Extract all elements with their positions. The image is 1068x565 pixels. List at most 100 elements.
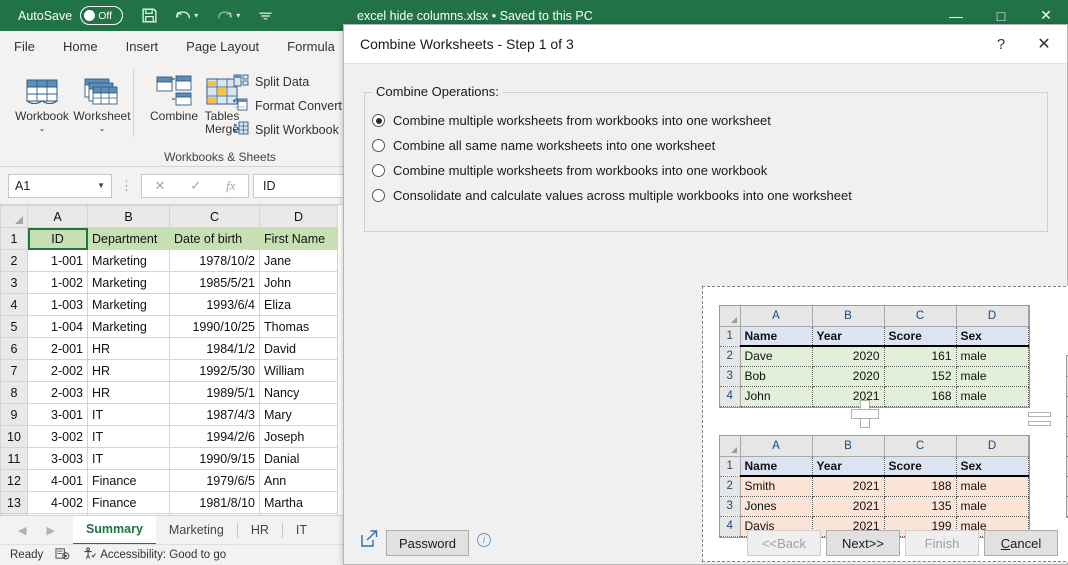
column-header-c[interactable]: C	[169, 205, 260, 228]
redo-icon[interactable]: ▾	[216, 0, 240, 31]
radio-option-combine-same-name[interactable]: Combine all same name worksheets into on…	[372, 138, 715, 153]
cell[interactable]: 1978/10/2	[169, 249, 260, 272]
cell-b1[interactable]: Department	[87, 227, 170, 250]
sheet-tab-summary[interactable]: Summary	[72, 515, 156, 545]
cell[interactable]: Finance	[87, 491, 170, 514]
cell[interactable]: Jane	[259, 249, 338, 272]
cell[interactable]: William	[259, 359, 338, 382]
cell[interactable]: Thomas	[259, 315, 338, 338]
radio-option-combine-to-workbook[interactable]: Combine multiple worksheets from workboo…	[372, 163, 767, 178]
row-header[interactable]: 5	[0, 315, 28, 338]
external-link-icon[interactable]	[361, 530, 378, 552]
tab-file[interactable]: File	[0, 31, 49, 61]
dialog-title-bar[interactable]: Combine Worksheets - Step 1 of 3 ? ✕	[344, 25, 1067, 64]
worksheet-dropdown-caret[interactable]: ⌄	[99, 124, 106, 133]
next-button[interactable]: Next>>	[826, 530, 900, 556]
split-workbook-button[interactable]: Split Workbook	[233, 121, 339, 139]
row-header[interactable]: 10	[0, 425, 28, 448]
row-header[interactable]: 12	[0, 469, 28, 492]
row-header[interactable]: 8	[0, 381, 28, 404]
cell[interactable]: Ann	[259, 469, 338, 492]
workbook-dropdown-caret[interactable]: ⌄	[39, 124, 46, 133]
cell[interactable]: 1-003	[27, 293, 88, 316]
save-icon[interactable]	[141, 0, 158, 31]
cell[interactable]: 1987/4/3	[169, 403, 260, 426]
cell[interactable]: 1989/5/1	[169, 381, 260, 404]
cell[interactable]: 1-004	[27, 315, 88, 338]
info-icon[interactable]: i	[477, 533, 491, 547]
formula-bar-grip[interactable]: ⋮	[120, 178, 133, 194]
cell[interactable]: 3-003	[27, 447, 88, 470]
dialog-close-button[interactable]: ✕	[1021, 25, 1067, 64]
row-header[interactable]: 13	[0, 491, 28, 514]
cell[interactable]: Mary	[259, 403, 338, 426]
radio-indicator[interactable]	[372, 139, 385, 152]
cell[interactable]: Danial	[259, 447, 338, 470]
cell[interactable]: 1993/6/4	[169, 293, 260, 316]
spreadsheet-grid[interactable]: A B C D 1 ID Department Date of birth Fi…	[0, 205, 345, 515]
sheet-tab-hr[interactable]: HR	[238, 516, 282, 545]
cell[interactable]: 1984/1/2	[169, 337, 260, 360]
select-all-corner[interactable]	[0, 205, 28, 228]
row-header[interactable]: 3	[0, 271, 28, 294]
radio-option-consolidate[interactable]: Consolidate and calculate values across …	[372, 188, 852, 203]
undo-dropdown-caret[interactable]: ▾	[194, 11, 198, 20]
cell-d1[interactable]: First Name	[259, 227, 338, 250]
customize-quick-access-icon[interactable]	[258, 0, 273, 31]
autosave-control[interactable]: AutoSave Off	[18, 6, 124, 25]
macro-record-icon[interactable]	[55, 547, 70, 563]
finish-button[interactable]: Finish	[905, 530, 979, 556]
row-header[interactable]: 2	[0, 249, 28, 272]
cell[interactable]: 1992/5/30	[169, 359, 260, 382]
radio-indicator[interactable]	[372, 114, 385, 127]
cell[interactable]: 4-001	[27, 469, 88, 492]
password-button[interactable]: Password	[386, 530, 469, 556]
sheet-tab-it[interactable]: IT	[283, 516, 320, 545]
undo-icon[interactable]: ▾	[174, 0, 198, 31]
cell[interactable]: Marketing	[87, 315, 170, 338]
redo-dropdown-caret[interactable]: ▾	[236, 11, 240, 20]
autosave-toggle[interactable]: Off	[80, 6, 124, 25]
cell[interactable]: HR	[87, 337, 170, 360]
cell[interactable]: Marketing	[87, 293, 170, 316]
cell[interactable]: HR	[87, 359, 170, 382]
cell[interactable]: 1990/9/15	[169, 447, 260, 470]
column-header-a[interactable]: A	[27, 205, 88, 228]
cell[interactable]: 2-002	[27, 359, 88, 382]
cell[interactable]: 4-002	[27, 491, 88, 514]
cell[interactable]: 1994/2/6	[169, 425, 260, 448]
tab-formula[interactable]: Formula	[273, 31, 349, 61]
cell[interactable]: John	[259, 271, 338, 294]
cell[interactable]: David	[259, 337, 338, 360]
cell[interactable]: 3-002	[27, 425, 88, 448]
next-sheet-icon[interactable]: ▶	[46, 524, 54, 537]
worksheet-button[interactable]: Worksheet ⌄	[66, 67, 138, 133]
cell[interactable]: IT	[87, 403, 170, 426]
row-header[interactable]: 7	[0, 359, 28, 382]
cell[interactable]: HR	[87, 381, 170, 404]
row-header[interactable]: 4	[0, 293, 28, 316]
cell[interactable]: 2-003	[27, 381, 88, 404]
cell[interactable]: 1981/8/10	[169, 491, 260, 514]
tab-home[interactable]: Home	[49, 31, 112, 61]
cell[interactable]: IT	[87, 447, 170, 470]
name-box-caret-icon[interactable]: ▼	[97, 181, 105, 190]
sheet-tab-marketing[interactable]: Marketing	[156, 516, 237, 545]
enter-icon[interactable]: ✓	[190, 178, 201, 194]
cell[interactable]: Finance	[87, 469, 170, 492]
radio-indicator[interactable]	[372, 189, 385, 202]
row-header[interactable]: 11	[0, 447, 28, 470]
row-header[interactable]: 9	[0, 403, 28, 426]
fx-icon[interactable]: fx	[226, 178, 235, 194]
cancel-button[interactable]: Cancel	[984, 530, 1058, 556]
tab-insert[interactable]: Insert	[112, 31, 173, 61]
accessibility-status[interactable]: Accessibility: Good to go	[82, 547, 226, 563]
column-header-b[interactable]: B	[87, 205, 170, 228]
format-convert-button[interactable]: Format Convert	[232, 97, 342, 115]
name-box[interactable]: A1 ▼	[8, 173, 112, 198]
split-data-button[interactable]: Split Data	[233, 73, 309, 91]
radio-indicator[interactable]	[372, 164, 385, 177]
cancel-icon[interactable]: ✕	[154, 178, 165, 194]
cell[interactable]: 3-001	[27, 403, 88, 426]
cell[interactable]: 1985/5/21	[169, 271, 260, 294]
